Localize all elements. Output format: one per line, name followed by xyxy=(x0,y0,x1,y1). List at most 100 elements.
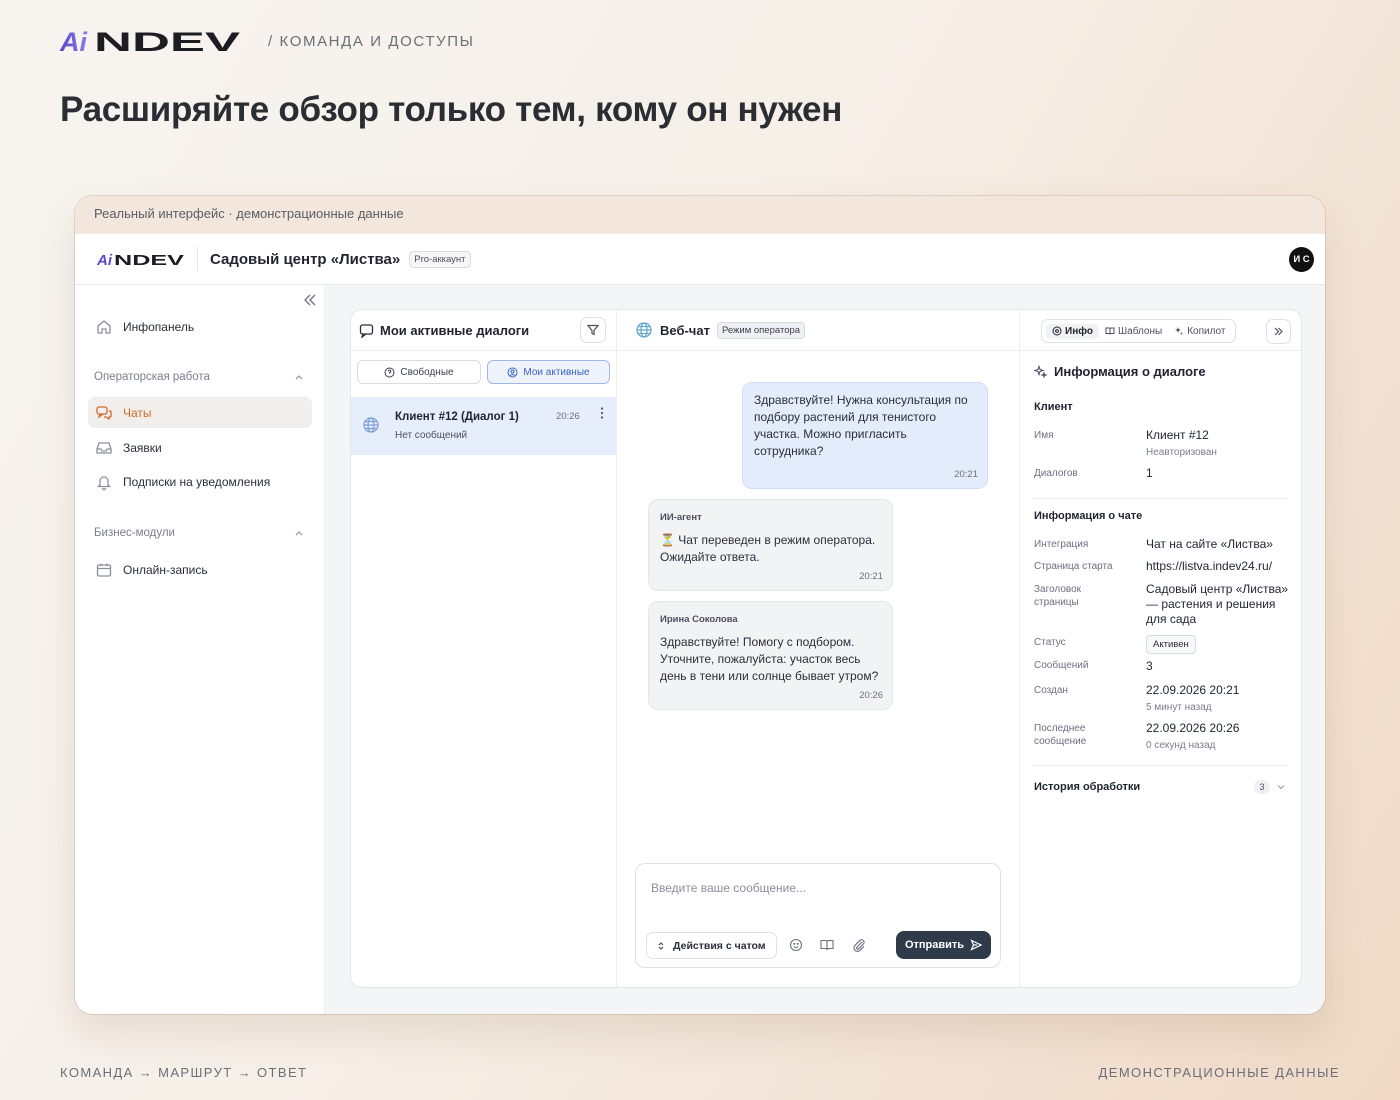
client-name: Клиент #12 xyxy=(1146,428,1209,442)
history-count-badge: 3 xyxy=(1254,780,1270,794)
last-message-label: Последнее сообщение xyxy=(1034,723,1087,747)
sidebar: Инфопанель Операторская работа Чаты Заяв… xyxy=(75,285,325,1014)
user-avatar[interactable]: И С xyxy=(1289,247,1314,272)
dialog-list-item[interactable]: Клиент #12 (Диалог 1) Нет сообщений 20:2… xyxy=(351,397,616,455)
collapse-sidebar-icon[interactable] xyxy=(303,293,317,307)
footer-demo-note: ДЕМОНСТРАЦИОННЫЕ ДАННЫЕ xyxy=(1098,1065,1340,1080)
start-page-value[interactable]: https://listva.indev24.ru/ xyxy=(1146,559,1294,574)
divider xyxy=(1034,498,1288,499)
dialog-list-title: Мои активные диалоги xyxy=(380,322,530,338)
created-label: Создан xyxy=(1034,685,1068,696)
divider xyxy=(1034,765,1288,766)
sidebar-item-dashboard[interactable]: Инфопанель xyxy=(88,311,312,342)
chat-icon xyxy=(359,323,374,338)
tab-templates[interactable]: Шаблоны xyxy=(1099,324,1168,339)
app-logo[interactable]: Ai NDEV xyxy=(97,252,185,266)
send-button[interactable]: Отправить xyxy=(896,931,991,959)
app-header: Ai NDEV Садовый центр «Листва» Pro-аккау… xyxy=(75,234,1325,285)
tab-label: Инфо xyxy=(1065,325,1093,337)
segment-free[interactable]: Свободные xyxy=(357,360,481,384)
chat-workspace: Мои активные диалоги Свободные Мои актив… xyxy=(350,309,1302,988)
sidebar-item-label: Инфопанель xyxy=(123,319,195,334)
svg-text:Ai: Ai xyxy=(97,252,113,266)
chevrons-right-icon xyxy=(1274,327,1283,336)
tab-info[interactable]: Инфо xyxy=(1046,323,1099,339)
expand-panel-button[interactable] xyxy=(1266,319,1291,344)
message-time: 20:21 xyxy=(859,571,883,582)
dialog-list-column: Мои активные диалоги Свободные Мои актив… xyxy=(351,310,617,987)
created-value: 22.09.2026 20:21 5 минут назад xyxy=(1146,683,1294,715)
chevron-up-icon xyxy=(295,375,303,380)
tab-label: Копилот xyxy=(1187,325,1226,337)
info-title: Информация о диалоге xyxy=(1034,364,1206,379)
svg-text:NDEV: NDEV xyxy=(114,252,184,266)
app-screenshot-frame: Реальный интерфейс · демонстрационные да… xyxy=(75,196,1325,1014)
last-message-date: 22.09.2026 20:26 xyxy=(1146,721,1240,735)
page-title-value: Садовый центр «Листва» — растения и реше… xyxy=(1146,582,1289,626)
chevron-down-icon[interactable] xyxy=(1276,782,1286,792)
plan-badge: Pro-аккаунт xyxy=(409,250,471,268)
globe-icon xyxy=(363,417,379,433)
info-column: Инфо Шаблоны Копилот Информация о диалог… xyxy=(1020,310,1301,987)
sidebar-item-label: Онлайн-запись xyxy=(123,562,208,577)
more-vertical-icon[interactable] xyxy=(599,406,605,420)
book-open-icon xyxy=(1105,327,1115,335)
user-circle-icon xyxy=(507,367,518,377)
client-auth-status: Неавторизован xyxy=(1146,447,1217,458)
header-divider xyxy=(197,247,198,271)
footer-flow: КОМАНДА → МАРШРУТ → ОТВЕТ xyxy=(60,1065,308,1080)
emoji-icon[interactable] xyxy=(788,937,804,953)
send-icon xyxy=(970,939,983,951)
book-icon[interactable] xyxy=(819,937,835,953)
message-author: ИИ-агент xyxy=(660,512,702,523)
segment-label: Свободные xyxy=(400,366,454,378)
filter-icon xyxy=(587,324,599,336)
segment-mine[interactable]: Мои активные xyxy=(487,360,610,384)
start-page-label: Страница старта xyxy=(1034,561,1113,572)
last-message-value: 22.09.2026 20:26 0 секунд назад xyxy=(1146,721,1294,753)
dialogs-label: Диалогов xyxy=(1034,468,1078,479)
nav-group-business[interactable]: Бизнес-модули xyxy=(94,527,304,539)
integration-value: Чат на сайте «Листва» xyxy=(1146,537,1273,551)
status-value: Активен xyxy=(1146,635,1294,654)
sidebar-item-label: Заявки xyxy=(123,440,162,455)
sparkles-icon xyxy=(1175,327,1184,335)
sparkles-icon xyxy=(1034,365,1047,378)
dialog-time: 20:26 xyxy=(556,411,580,422)
message-operator: Ирина Соколова Здравствуйте! Помогу с по… xyxy=(648,601,893,710)
calendar-icon xyxy=(96,563,112,577)
name-label: Имя xyxy=(1034,430,1054,441)
dialog-preview: Нет сообщений xyxy=(395,430,468,441)
frame-caption: Реальный интерфейс · демонстрационные да… xyxy=(75,196,1325,234)
chat-actions-label: Действия с чатом xyxy=(673,939,766,952)
nav-group-operator[interactable]: Операторская работа xyxy=(94,371,304,383)
message-time: 20:26 xyxy=(859,690,883,701)
sidebar-item-booking[interactable]: Онлайн-запись xyxy=(88,554,312,585)
filter-button[interactable] xyxy=(580,317,606,343)
tab-label: Шаблоны xyxy=(1117,325,1163,337)
message-composer: Введите ваше сообщение... Действия с чат… xyxy=(635,863,1001,968)
sidebar-item-subscriptions[interactable]: Подписки на уведомления xyxy=(88,466,312,497)
last-message-relative: 0 секунд назад xyxy=(1146,740,1216,751)
sidebar-item-chats[interactable]: Чаты xyxy=(88,397,312,428)
org-name: Садовый центр «Листва» xyxy=(210,250,401,268)
sidebar-item-requests[interactable]: Заявки xyxy=(88,432,312,463)
tab-copilot[interactable]: Копилот xyxy=(1168,324,1231,339)
message-text: Здравствуйте! Нужна консультация по подб… xyxy=(754,393,968,458)
chat-title: Веб-чат xyxy=(660,322,710,338)
status-label: Статус xyxy=(1034,637,1066,648)
message-input[interactable]: Введите ваше сообщение... xyxy=(651,881,806,895)
home-icon xyxy=(97,319,111,334)
created-relative: 5 минут назад xyxy=(1146,702,1212,713)
client-section-title: Клиент xyxy=(1034,401,1073,413)
chevron-updown-icon xyxy=(658,941,664,950)
message-time: 20:21 xyxy=(954,469,978,480)
globe-icon xyxy=(636,322,652,338)
history-toggle[interactable]: История обработки xyxy=(1034,781,1140,793)
message-author: Ирина Соколова xyxy=(660,614,738,625)
chat-actions-button[interactable]: Действия с чатом xyxy=(646,932,777,959)
paperclip-icon[interactable] xyxy=(851,937,867,953)
segment-label: Мои активные xyxy=(523,366,590,378)
page-headline: Расширяйте обзор только тем, кому он нуж… xyxy=(60,90,843,129)
dialogs-value: 1 xyxy=(1146,466,1153,480)
